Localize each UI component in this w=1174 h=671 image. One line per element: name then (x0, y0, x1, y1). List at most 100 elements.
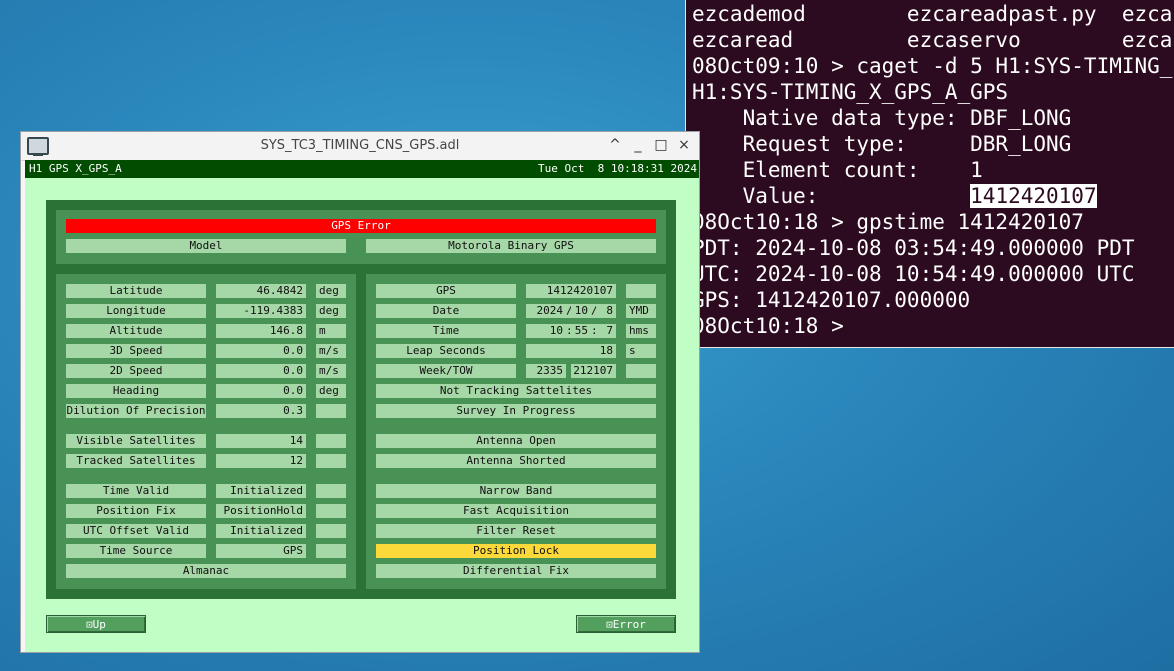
survey-in-progress-flag: Survey In Progress (376, 404, 656, 418)
time-valid-unit (316, 484, 346, 498)
terminal-window[interactable]: ezcademod ezcareadpast.py ezca ezcaread … (685, 0, 1174, 348)
leap-seconds-unit: s (626, 344, 656, 358)
latitude-value: 46.4842 (216, 284, 306, 298)
utc-offset-valid-value: Initialized (216, 524, 306, 538)
gps-value: 1412420107 (526, 284, 616, 298)
receiver-panel: GPS 1412420107 Date 2024 / 10 / 8 YMD Ti… (366, 274, 666, 589)
narrow-band-flag: Narrow Band (376, 484, 656, 498)
window-titlebar[interactable]: SYS_TC3_TIMING_CNS_GPS.adl ^ _ □ × (21, 132, 699, 161)
antenna-shorted-flag: Antenna Shorted (376, 454, 656, 468)
leap-seconds-label: Leap Seconds (376, 344, 516, 358)
position-panel: Latitude 46.4842 deg Longitude -119.4383… (56, 274, 356, 589)
altitude-label: Altitude (66, 324, 206, 338)
maximize-button[interactable]: □ (651, 135, 671, 155)
status-panel: GPS Error Model Motorola Binary GPS (56, 210, 666, 264)
speed-3d-label: 3D Speed (66, 344, 206, 358)
position-lock-flag: Position Lock (376, 544, 656, 558)
terminal-prompt[interactable]: 08Oct10:18 > (692, 313, 1174, 339)
header-timestamp: Tue Oct 8 10:18:31 2024 (538, 162, 697, 175)
altitude-unit: m (316, 324, 346, 338)
time-label: Time (376, 324, 516, 338)
close-button[interactable]: × (674, 135, 694, 155)
altitude-value: 146.8 (216, 324, 306, 338)
terminal-line: GPS: 1412420107.000000 (692, 288, 971, 312)
time-source-value: GPS (216, 544, 306, 558)
tracked-satellites-value: 12 (216, 454, 306, 468)
up-button[interactable]: ⊡Up (46, 615, 146, 633)
almanac-indicator: Almanac (66, 564, 346, 578)
position-fix-unit (316, 504, 346, 518)
time-hours: 10 (526, 324, 566, 338)
heading-label: Heading (66, 384, 206, 398)
model-value: Motorola Binary GPS (366, 239, 656, 253)
time-unit: hms (626, 324, 656, 338)
date-unit: YMD (626, 304, 656, 318)
utc-offset-valid-unit (316, 524, 346, 538)
terminal-selected-value[interactable]: 1412420107 (970, 184, 1097, 208)
tow-value: 212107 (571, 364, 616, 378)
dop-label: Dilution Of Precision (66, 404, 206, 418)
time-source-label: Time Source (66, 544, 206, 558)
terminal-line: Request type: DBR_LONG (692, 132, 1072, 156)
differential-fix-flag: Differential Fix (376, 564, 656, 578)
gps-error-indicator: GPS Error (66, 219, 656, 233)
heading-value: 0.0 (216, 384, 306, 398)
dop-value: 0.3 (216, 404, 306, 418)
terminal-value-label: Value: (692, 184, 971, 208)
terminal-line: 08Oct09:10 > caget -d 5 H1:SYS-TIMING_ (692, 54, 1173, 78)
gps-label: GPS (376, 284, 516, 298)
window-title: SYS_TC3_TIMING_CNS_GPS.adl (260, 138, 460, 153)
date-month: 10 (571, 304, 591, 318)
model-label: Model (66, 239, 346, 253)
time-source-unit (316, 544, 346, 558)
terminal-line: ezcaread ezcaservo ezca (692, 28, 1173, 52)
longitude-unit: deg (316, 304, 346, 318)
terminal-line: Element count: 1 (692, 158, 983, 182)
utc-offset-valid-label: UTC Offset Valid (66, 524, 206, 538)
medm-window: SYS_TC3_TIMING_CNS_GPS.adl ^ _ □ × H1 GP… (20, 131, 700, 653)
terminal-line: UTC: 2024-10-08 10:54:49.000000 UTC (692, 262, 1135, 286)
terminal-line: 08Oct10:18 > gpstime 1412420107 (692, 210, 1084, 234)
latitude-unit: deg (316, 284, 346, 298)
tracked-satellites-label: Tracked Satellites (66, 454, 206, 468)
fast-acquisition-flag: Fast Acquisition (376, 504, 656, 518)
week-tow-unit (626, 364, 656, 378)
terminal-line: PDT: 2024-10-08 03:54:49.000000 PDT (692, 236, 1135, 260)
terminal-line: H1:SYS-TIMING_X_GPS_A_GPS (692, 80, 1009, 104)
speed-3d-value: 0.0 (216, 344, 306, 358)
header-bar: H1 GPS X_GPS_A Tue Oct 8 10:18:31 2024 (25, 160, 699, 178)
speed-2d-value: 0.0 (216, 364, 306, 378)
longitude-label: Longitude (66, 304, 206, 318)
visible-satellites-value: 14 (216, 434, 306, 448)
shade-button[interactable]: ^ (605, 135, 625, 155)
error-button[interactable]: ⊡Error (576, 615, 676, 633)
date-day: 8 (596, 304, 616, 318)
time-seconds: 7 (596, 324, 616, 338)
date-label: Date (376, 304, 516, 318)
position-fix-value: PositionHold (216, 504, 306, 518)
longitude-value: -119.4383 (216, 304, 306, 318)
gps-unit (626, 284, 656, 298)
time-valid-value: Initialized (216, 484, 306, 498)
medm-display: H1 GPS X_GPS_A Tue Oct 8 10:18:31 2024 G… (25, 160, 699, 652)
terminal-value-line: Value: 1412420107 (692, 183, 1174, 209)
dop-unit (316, 404, 346, 418)
week-value: 2335 (526, 364, 566, 378)
speed-3d-unit: m/s (316, 344, 346, 358)
time-minutes: 55 (571, 324, 591, 338)
latitude-label: Latitude (66, 284, 206, 298)
terminal-line: Native data type: DBF_LONG (692, 106, 1072, 130)
terminal-line: ezcademod ezcareadpast.py ezca (692, 2, 1173, 26)
time-valid-label: Time Valid (66, 484, 206, 498)
tracked-satellites-unit (316, 454, 346, 468)
speed-2d-label: 2D Speed (66, 364, 206, 378)
leap-seconds-value: 18 (526, 344, 616, 358)
not-tracking-satellites-flag: Not Tracking Sattelites (376, 384, 656, 398)
speed-2d-unit: m/s (316, 364, 346, 378)
visible-satellites-unit (316, 434, 346, 448)
visible-satellites-label: Visible Satellites (66, 434, 206, 448)
week-tow-label: Week/TOW (376, 364, 516, 378)
date-year: 2024 (526, 304, 566, 318)
antenna-open-flag: Antenna Open (376, 434, 656, 448)
minimize-button[interactable]: _ (628, 135, 648, 155)
